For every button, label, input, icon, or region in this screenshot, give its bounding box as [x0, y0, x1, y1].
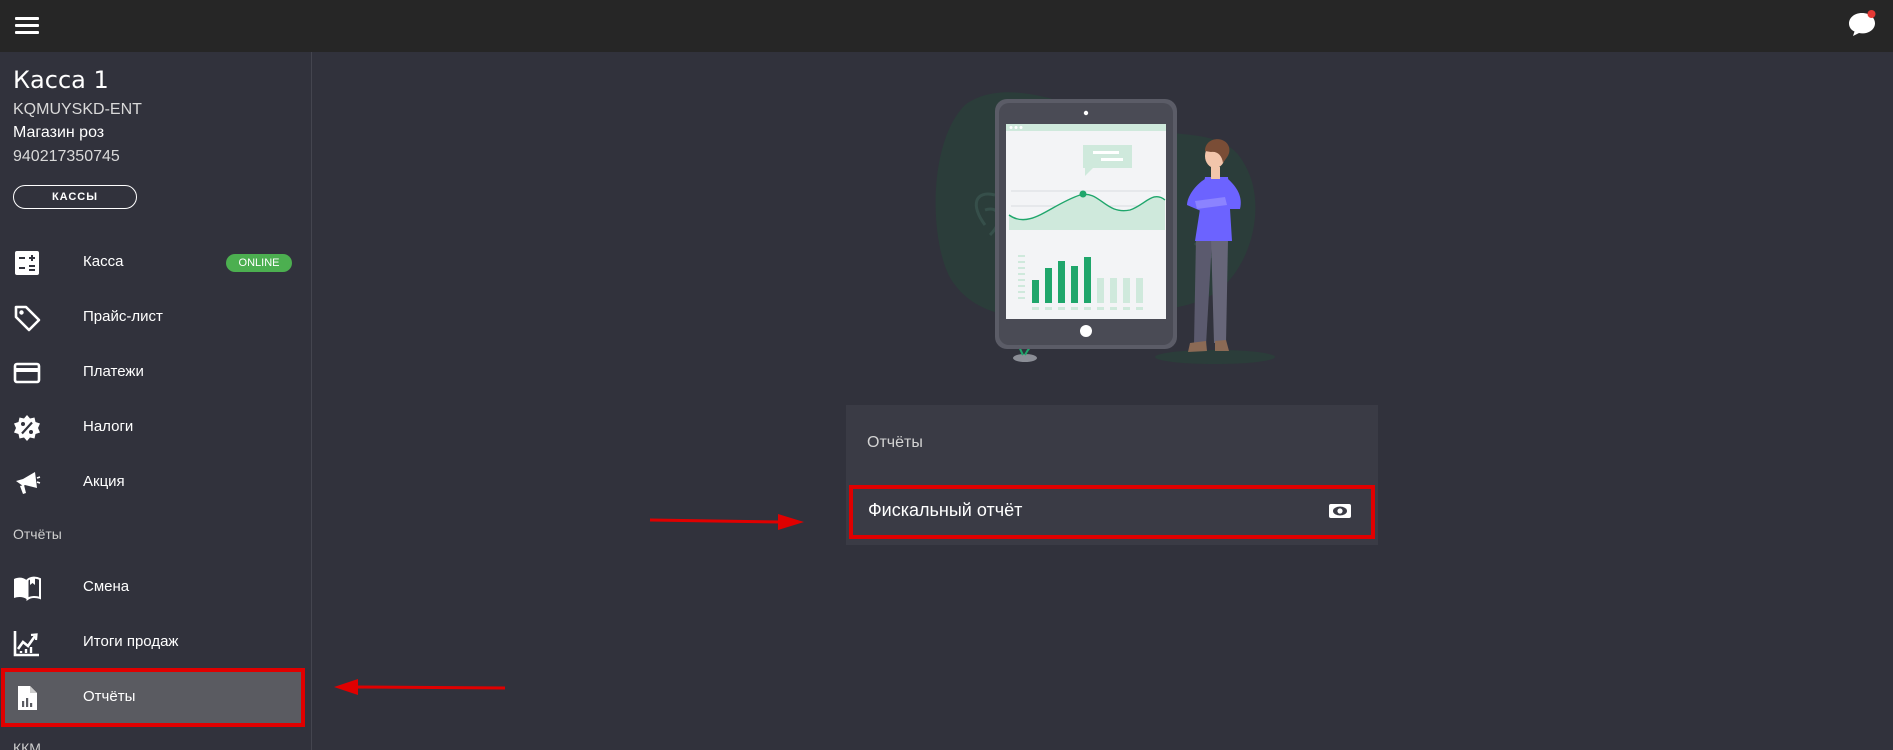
- annotation-arrow-left: [334, 679, 506, 695]
- device-id: KQMUYSKD-ENT: [13, 101, 142, 118]
- sidebar: Касса 1 KQMUYSKD-ENT Магазин роз 9402173…: [0, 52, 312, 750]
- sidebar-item-kassa[interactable]: Касса ONLINE: [0, 235, 311, 290]
- reports-illustration: [935, 92, 1275, 364]
- sidebar-item-shift[interactable]: Смена: [0, 560, 311, 615]
- sidebar-item-reports[interactable]: Отчёты: [1, 668, 305, 727]
- inn-number: 940217350745: [13, 148, 120, 165]
- sidebar-item-payments[interactable]: Платежи: [0, 345, 311, 400]
- sidebar-item-label: Отчёты: [83, 688, 136, 705]
- sidebar-item-label: Смена: [83, 578, 130, 595]
- eye-view-icon[interactable]: [1328, 501, 1352, 521]
- sidebar-item-label: Акция: [83, 473, 125, 490]
- sidebar-item-label: Касса: [83, 253, 124, 270]
- sidebar-item-label: Налоги: [83, 418, 134, 435]
- shop-name: Магазин роз: [13, 124, 105, 141]
- online-status-badge: ONLINE: [226, 254, 292, 272]
- kassy-button[interactable]: КАССЫ: [13, 185, 137, 209]
- top-bar: [0, 0, 1893, 52]
- calculator-icon: [15, 251, 39, 275]
- fiscal-report-item[interactable]: Фискальный отчёт: [849, 485, 1375, 539]
- sidebar-item-label: Итоги продаж: [83, 633, 179, 650]
- fiscal-report-label: Фискальный отчёт: [868, 500, 1023, 520]
- section-label-kkm: ККМ: [13, 740, 41, 750]
- annotation-arrow-right: [649, 514, 804, 530]
- sidebar-item-promo[interactable]: Акция: [0, 455, 311, 510]
- price-tag-icon: [14, 305, 41, 332]
- cashbox-title: Касса 1: [13, 66, 109, 94]
- megaphone-icon: [16, 472, 41, 494]
- credit-card-icon: [13, 362, 41, 384]
- card-title: Отчёты: [867, 434, 923, 451]
- sidebar-item-taxes[interactable]: Налоги: [0, 400, 311, 455]
- sidebar-item-label: Прайс-лист: [83, 308, 163, 325]
- sidebar-item-sales-totals[interactable]: Итоги продаж: [0, 615, 311, 670]
- book-open-icon: [14, 576, 41, 601]
- sidebar-item-price-list[interactable]: Прайс-лист: [0, 290, 311, 345]
- sidebar-item-label: Платежи: [83, 363, 144, 380]
- reports-card: Отчёты Фискальный отчёт: [846, 405, 1378, 545]
- hamburger-menu-icon[interactable]: [12, 12, 42, 40]
- trending-chart-icon: [13, 631, 39, 657]
- report-file-icon: [18, 686, 37, 710]
- chat-icon[interactable]: [1847, 9, 1877, 39]
- percent-badge-icon: [14, 415, 40, 441]
- section-label-reports: Отчёты: [13, 526, 62, 542]
